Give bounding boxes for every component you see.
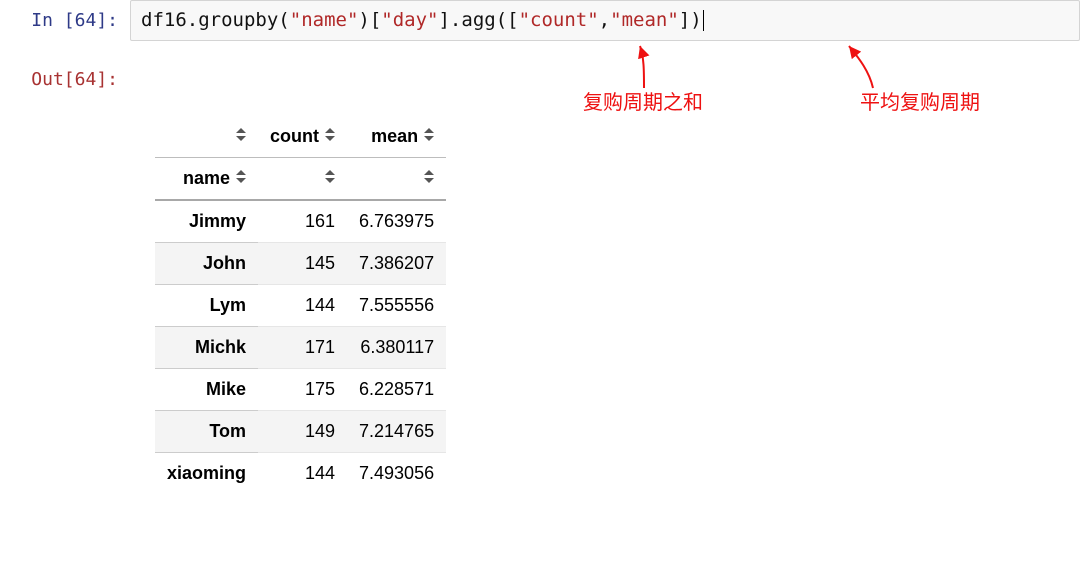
code-token: ([: [496, 9, 519, 31]
cell-count: 144: [258, 284, 347, 326]
column-header-mean[interactable]: mean: [347, 116, 446, 158]
row-index: Lym: [155, 284, 258, 326]
input-prompt: In [64]:: [0, 0, 130, 41]
column-header-empty[interactable]: [258, 157, 347, 200]
table-header-row: count mean: [155, 116, 446, 158]
code-token: (: [278, 9, 289, 31]
cell-count: 175: [258, 368, 347, 410]
cell-mean: 7.386207: [347, 242, 446, 284]
row-index: xiaoming: [155, 452, 258, 494]
table-row[interactable]: John1457.386207: [155, 242, 446, 284]
cell-mean: 7.555556: [347, 284, 446, 326]
code-token: ]): [679, 9, 702, 31]
table-row[interactable]: xiaoming1447.493056: [155, 452, 446, 494]
code-token: .: [187, 9, 198, 31]
code-token: ,: [599, 9, 610, 31]
row-index: Michk: [155, 326, 258, 368]
table-row[interactable]: Jimmy1616.763975: [155, 200, 446, 243]
cell-count: 161: [258, 200, 347, 243]
code-token: df16: [141, 9, 187, 31]
text-cursor: [703, 10, 704, 31]
table-index-row: name: [155, 157, 446, 200]
index-label: name: [183, 168, 230, 188]
annotation-count: 复购周期之和: [583, 86, 703, 115]
row-index: John: [155, 242, 258, 284]
cell-count: 144: [258, 452, 347, 494]
code-token: agg: [461, 9, 495, 31]
output-area: count mean name Jimmy1616.763975John1457…: [0, 96, 1080, 494]
cell-mean: 6.380117: [347, 326, 446, 368]
annotation-mean: 平均复购周期: [860, 86, 980, 115]
code-token: ].: [438, 9, 461, 31]
column-header-blank[interactable]: [155, 116, 258, 158]
cell-mean: 7.214765: [347, 410, 446, 452]
table-row[interactable]: Tom1497.214765: [155, 410, 446, 452]
column-header-empty[interactable]: [347, 157, 446, 200]
code-token: "mean": [610, 9, 679, 31]
dataframe-table[interactable]: count mean name Jimmy1616.763975John1457…: [155, 116, 446, 494]
cell-mean: 7.493056: [347, 452, 446, 494]
cell-count: 145: [258, 242, 347, 284]
code-input[interactable]: df16.groupby("name")["day"].agg(["count"…: [130, 0, 1080, 41]
code-token: )[: [358, 9, 381, 31]
row-index: Tom: [155, 410, 258, 452]
cell-count: 171: [258, 326, 347, 368]
cell-mean: 6.228571: [347, 368, 446, 410]
cell-count: 149: [258, 410, 347, 452]
index-name-header[interactable]: name: [155, 157, 258, 200]
code-token: "count": [519, 9, 599, 31]
code-token: "day": [381, 9, 438, 31]
row-index: Mike: [155, 368, 258, 410]
cell-mean: 6.763975: [347, 200, 446, 243]
output-prompt: Out[64]:: [0, 59, 130, 92]
code-token: "name": [290, 9, 359, 31]
column-label: count: [270, 126, 319, 146]
table-row[interactable]: Mike1756.228571: [155, 368, 446, 410]
table-row[interactable]: Lym1447.555556: [155, 284, 446, 326]
input-cell: In [64]: df16.groupby("name")["day"].agg…: [0, 0, 1080, 41]
table-row[interactable]: Michk1716.380117: [155, 326, 446, 368]
column-label: mean: [371, 126, 418, 146]
row-index: Jimmy: [155, 200, 258, 243]
column-header-count[interactable]: count: [258, 116, 347, 158]
code-token: groupby: [198, 9, 278, 31]
